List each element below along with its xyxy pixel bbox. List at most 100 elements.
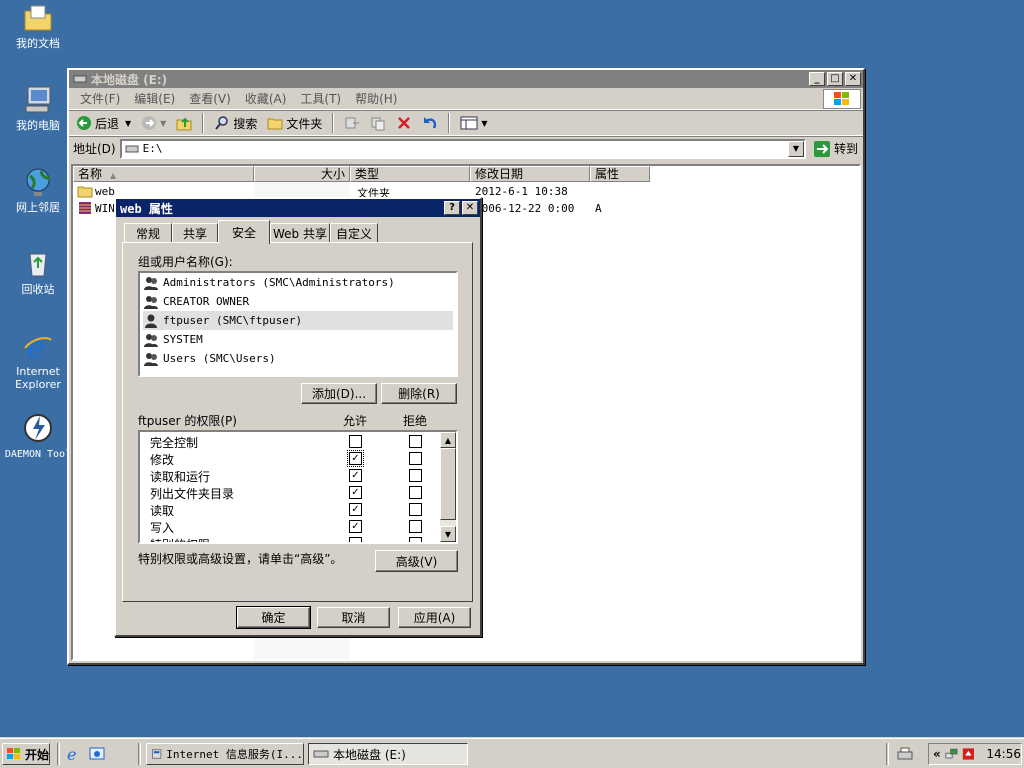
- user-row-users[interactable]: Users (SMC\Users): [143, 349, 453, 368]
- desktop-icon-my-computer[interactable]: 我的电脑: [0, 84, 76, 132]
- address-dropdown-button[interactable]: ▼: [787, 140, 804, 157]
- quicklaunch-desktop-icon[interactable]: [88, 745, 106, 766]
- user-row-administrators[interactable]: Administrators (SMC\Administrators): [143, 273, 453, 292]
- menu-help[interactable]: 帮助(H): [348, 90, 404, 107]
- button-label: 高级(V): [395, 554, 438, 569]
- allow-checkbox[interactable]: ✓: [349, 469, 362, 482]
- start-button[interactable]: 开始: [2, 743, 50, 765]
- task-button-iis[interactable]: Internet 信息服务(I...: [146, 743, 304, 765]
- menu-file[interactable]: 文件(F): [73, 90, 127, 107]
- cancel-button[interactable]: 取消: [317, 607, 390, 628]
- views-icon: [460, 116, 478, 130]
- search-button[interactable]: 搜索: [211, 114, 260, 133]
- allow-checkbox[interactable]: ✓: [349, 520, 362, 533]
- delete-button[interactable]: [393, 114, 415, 132]
- permissions-label: ftpuser 的权限(P): [138, 414, 237, 428]
- explorer-titlebar[interactable]: 本地磁盘 (E:) _ □ ✕: [69, 70, 863, 88]
- quicklaunch-ie-icon[interactable]: e: [65, 745, 83, 766]
- ok-button[interactable]: 确定: [236, 606, 311, 629]
- deny-checkbox[interactable]: [409, 537, 422, 542]
- tab-sharing[interactable]: 共享: [172, 223, 218, 243]
- address-value: E:\: [142, 142, 163, 155]
- printer-tray-icon[interactable]: [896, 746, 914, 765]
- desktop-icon-daemon-tools[interactable]: DAEMON Tool: [0, 412, 76, 461]
- maximize-button[interactable]: □: [827, 72, 843, 86]
- deny-checkbox[interactable]: [409, 520, 422, 533]
- add-user-button[interactable]: 添加(D)...: [301, 383, 377, 404]
- user-listbox[interactable]: Administrators (SMC\Administrators) CREA…: [138, 271, 458, 377]
- task-button-explorer[interactable]: 本地磁盘 (E:): [308, 743, 468, 765]
- column-header-attributes[interactable]: 属性: [590, 166, 650, 182]
- help-button[interactable]: ?: [444, 201, 460, 215]
- recycle-bin-icon: [29, 253, 47, 277]
- menu-edit[interactable]: 编辑(E): [127, 90, 182, 107]
- tab-custom[interactable]: 自定义: [330, 223, 378, 243]
- system-tray: « 14:56: [928, 743, 1022, 765]
- advanced-button[interactable]: 高级(V): [375, 550, 458, 572]
- column-header-size[interactable]: 大小: [254, 166, 350, 182]
- user-row-creator-owner[interactable]: CREATOR OWNER: [143, 292, 453, 311]
- menu-view[interactable]: 查看(V): [182, 90, 238, 107]
- desktop-icon-internet-explorer[interactable]: e Internet Explorer: [0, 330, 76, 391]
- column-header-type[interactable]: 类型: [350, 166, 470, 182]
- user-row-ftpuser[interactable]: ftpuser (SMC\ftpuser): [143, 311, 453, 330]
- up-folder-button[interactable]: [173, 114, 195, 132]
- folders-button[interactable]: 文件夹: [264, 114, 325, 133]
- copy-to-button[interactable]: [367, 114, 389, 132]
- menu-tools[interactable]: 工具(T): [293, 90, 348, 107]
- deny-checkbox[interactable]: [409, 435, 422, 448]
- column-header-name[interactable]: 名称 ▲: [73, 166, 254, 182]
- views-button[interactable]: ▼: [457, 114, 490, 132]
- alert-tray-icon[interactable]: [962, 746, 975, 762]
- show-hidden-icons-button[interactable]: «: [933, 747, 941, 761]
- user-row-system[interactable]: SYSTEM: [143, 330, 453, 349]
- network-tray-icon[interactable]: [945, 746, 958, 762]
- desktop-icon-my-documents[interactable]: 我的文档: [0, 2, 76, 50]
- user-name: Administrators (SMC\Administrators): [163, 276, 395, 289]
- desktop-icon-recycle-bin[interactable]: 回收站: [0, 248, 76, 296]
- move-to-button[interactable]: [341, 114, 363, 132]
- dropdown-arrow-icon[interactable]: ▼: [481, 119, 487, 128]
- back-button[interactable]: 后退 ▼: [73, 114, 134, 133]
- deny-checkbox[interactable]: [409, 486, 422, 499]
- permission-row: 写入 ✓: [150, 518, 450, 535]
- tab-general[interactable]: 常规: [124, 223, 172, 243]
- dialog-titlebar[interactable]: web 属性 ? ✕: [116, 199, 480, 217]
- deny-checkbox[interactable]: [409, 503, 422, 516]
- allow-checkbox[interactable]: ✓: [347, 450, 364, 467]
- desktop-icon-label: DAEMON Tool: [4, 449, 72, 460]
- clock[interactable]: 14:56: [986, 747, 1021, 761]
- permissions-scrollbar[interactable]: ▲ ▼: [440, 432, 456, 542]
- tab-web-sharing[interactable]: Web 共享: [270, 223, 330, 243]
- allow-checkbox[interactable]: [349, 435, 362, 448]
- dropdown-arrow-icon[interactable]: ▼: [160, 119, 166, 128]
- allow-checkbox[interactable]: ✓: [349, 503, 362, 516]
- permission-row: 列出文件夹目录 ✓: [150, 484, 450, 501]
- dialog-close-button[interactable]: ✕: [462, 201, 478, 215]
- close-button[interactable]: ✕: [845, 72, 861, 86]
- dropdown-arrow-icon[interactable]: ▼: [125, 119, 131, 128]
- minimize-button[interactable]: _: [809, 72, 825, 86]
- folders-label: 文件夹: [286, 116, 323, 131]
- column-size-label: 大小: [320, 167, 345, 181]
- menu-favorites[interactable]: 收藏(A): [238, 90, 294, 107]
- allow-checkbox[interactable]: [349, 537, 362, 542]
- scroll-down-button[interactable]: ▼: [440, 526, 456, 542]
- internet-explorer-icon: e: [24, 330, 52, 362]
- deny-checkbox[interactable]: [409, 452, 422, 465]
- apply-button[interactable]: 应用(A): [398, 607, 471, 628]
- address-input[interactable]: E:\ ▼: [119, 138, 806, 159]
- scroll-thumb[interactable]: [440, 448, 456, 520]
- column-header-modified[interactable]: 修改日期: [470, 166, 590, 182]
- go-button[interactable]: 转到: [810, 139, 861, 159]
- permissions-list[interactable]: 完全控制 修改 ✓ 读取和运行 ✓ 列出文件夹目录 ✓ 读取 ✓ 写入 ✓ 特别的权限 ▲…: [138, 430, 458, 544]
- undo-button[interactable]: [419, 114, 441, 132]
- scroll-up-button[interactable]: ▲: [440, 432, 456, 448]
- desktop-icon-network-places[interactable]: 网上邻居: [0, 166, 76, 214]
- allow-checkbox[interactable]: ✓: [349, 486, 362, 499]
- forward-button[interactable]: ▼: [138, 114, 169, 132]
- remove-user-button[interactable]: 删除(R): [381, 383, 457, 404]
- deny-checkbox[interactable]: [409, 469, 422, 482]
- tab-security[interactable]: 安全: [218, 220, 270, 244]
- network-places-icon: [26, 168, 51, 196]
